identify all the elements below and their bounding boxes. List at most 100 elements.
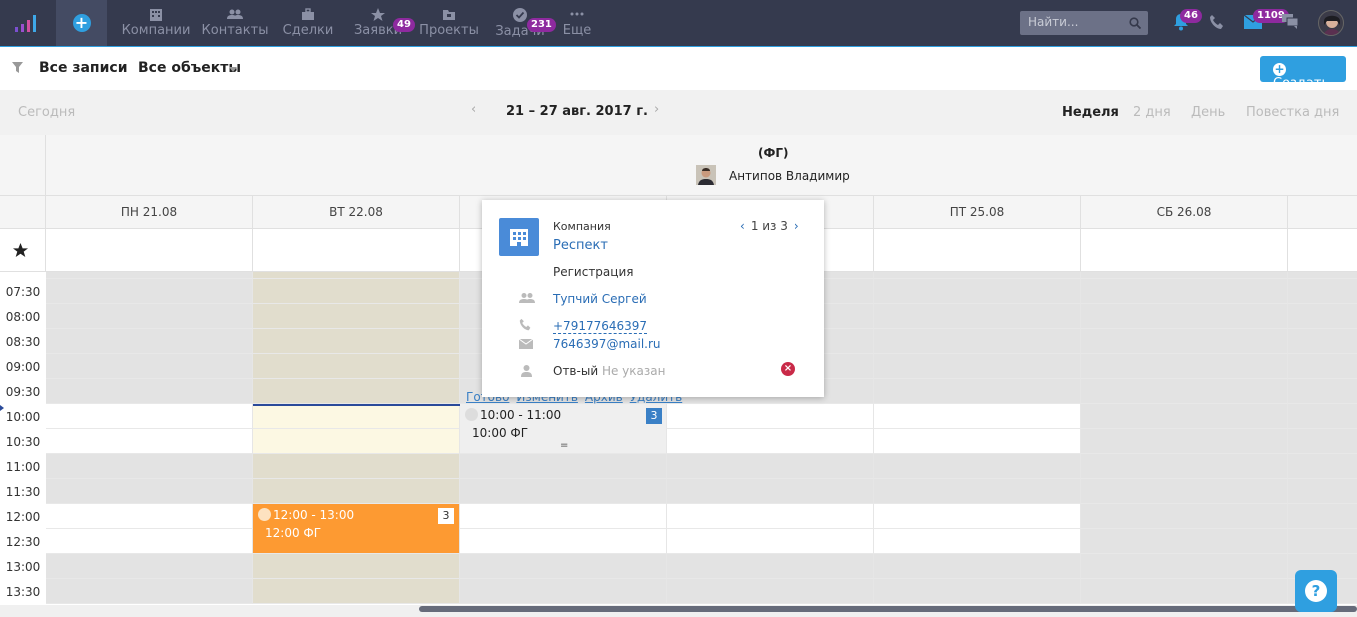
- all-day-cell[interactable]: [1081, 229, 1288, 272]
- popup-email-link[interactable]: 7646397@mail.ru: [553, 337, 661, 351]
- time-slot[interactable]: [1081, 579, 1288, 604]
- time-slot[interactable]: [874, 379, 1081, 404]
- time-slot[interactable]: [1081, 304, 1288, 329]
- time-slot[interactable]: [1288, 429, 1357, 454]
- prev-week-icon[interactable]: ‹: [471, 102, 476, 117]
- time-slot[interactable]: [1081, 272, 1288, 279]
- time-slot[interactable]: [46, 554, 253, 579]
- time-slot[interactable]: [253, 554, 460, 579]
- time-slot[interactable]: [460, 504, 667, 529]
- help-button[interactable]: ?: [1295, 570, 1337, 612]
- time-slot[interactable]: [253, 279, 460, 304]
- time-slot[interactable]: [253, 579, 460, 604]
- time-slot[interactable]: [874, 529, 1081, 554]
- time-slot[interactable]: [667, 504, 874, 529]
- time-slot[interactable]: [874, 479, 1081, 504]
- view-agenda[interactable]: Повестка дня: [1246, 105, 1339, 120]
- time-slot[interactable]: [874, 272, 1081, 279]
- event-card[interactable]: 12:00 - 13:00 12:00 ФГ 3: [253, 504, 459, 553]
- search-input[interactable]: Найти...: [1020, 11, 1148, 35]
- time-slot[interactable]: [253, 429, 460, 454]
- time-slot[interactable]: [253, 272, 460, 279]
- quick-add-button[interactable]: +: [56, 0, 107, 46]
- nav-deals[interactable]: Сделки: [283, 0, 333, 46]
- time-slot[interactable]: [253, 479, 460, 504]
- time-slot[interactable]: [253, 329, 460, 354]
- search-icon[interactable]: [1129, 17, 1141, 29]
- event-status-icon[interactable]: [465, 408, 478, 421]
- group-person[interactable]: Антипов Владимир: [729, 169, 850, 183]
- time-slot[interactable]: [1081, 329, 1288, 354]
- records-filter[interactable]: Все записи: [39, 60, 128, 76]
- day-header-tue[interactable]: ВТ 22.08: [253, 196, 460, 229]
- time-slot[interactable]: [460, 479, 667, 504]
- time-slot[interactable]: [460, 579, 667, 604]
- time-slot[interactable]: [1081, 429, 1288, 454]
- popup-company-link[interactable]: Респект: [553, 238, 608, 253]
- time-slot[interactable]: [1288, 354, 1357, 379]
- popup-phone-link[interactable]: +79177646397: [553, 319, 648, 334]
- time-slot[interactable]: [874, 279, 1081, 304]
- close-icon[interactable]: ×: [781, 362, 795, 376]
- all-day-cell[interactable]: [253, 229, 460, 272]
- time-slot[interactable]: [874, 504, 1081, 529]
- time-slot[interactable]: [1081, 454, 1288, 479]
- next-week-icon[interactable]: ›: [654, 102, 659, 117]
- time-slot[interactable]: [46, 454, 253, 479]
- time-slot[interactable]: [874, 304, 1081, 329]
- popup-contact-link[interactable]: Тупчий Сергей: [553, 292, 647, 306]
- time-slot[interactable]: [46, 579, 253, 604]
- time-slot[interactable]: [874, 579, 1081, 604]
- time-slot[interactable]: [253, 454, 460, 479]
- time-slot[interactable]: [874, 554, 1081, 579]
- time-slot[interactable]: [46, 329, 253, 354]
- time-slot[interactable]: [46, 404, 253, 429]
- day-header-sat[interactable]: СБ 26.08: [1081, 196, 1288, 229]
- time-slot[interactable]: [874, 454, 1081, 479]
- time-slot[interactable]: [1288, 304, 1357, 329]
- time-slot[interactable]: [1081, 279, 1288, 304]
- time-slot[interactable]: [1288, 479, 1357, 504]
- time-slot[interactable]: [1288, 504, 1357, 529]
- time-slot[interactable]: [667, 429, 874, 454]
- horizontal-scrollbar[interactable]: [0, 605, 1357, 617]
- time-slot[interactable]: [46, 272, 253, 279]
- pager-prev-icon[interactable]: ‹: [740, 219, 745, 233]
- time-slot[interactable]: [46, 279, 253, 304]
- view-week[interactable]: Неделя: [1062, 105, 1119, 120]
- time-slot[interactable]: [460, 454, 667, 479]
- time-slot[interactable]: [667, 454, 874, 479]
- time-slot[interactable]: [1081, 554, 1288, 579]
- day-header-mon[interactable]: ПН 21.08: [46, 196, 253, 229]
- time-slot[interactable]: [874, 329, 1081, 354]
- create-button[interactable]: +Создать: [1260, 56, 1346, 91]
- time-slot[interactable]: [1081, 504, 1288, 529]
- today-button[interactable]: Сегодня: [18, 105, 75, 120]
- time-slot[interactable]: [1081, 354, 1288, 379]
- time-slot[interactable]: [1081, 404, 1288, 429]
- time-slot[interactable]: [460, 529, 667, 554]
- time-slot[interactable]: [46, 304, 253, 329]
- nav-requests[interactable]: Заявки 49: [354, 0, 415, 46]
- time-slot[interactable]: [874, 354, 1081, 379]
- time-slot[interactable]: [1288, 529, 1357, 554]
- time-slot[interactable]: [460, 554, 667, 579]
- time-slot[interactable]: [1288, 272, 1357, 279]
- time-slot[interactable]: [46, 479, 253, 504]
- time-slot[interactable]: [1288, 379, 1357, 404]
- filter-icon[interactable]: [12, 62, 23, 73]
- time-slot[interactable]: [667, 579, 874, 604]
- view-day[interactable]: День: [1191, 105, 1225, 120]
- time-slot[interactable]: [1288, 454, 1357, 479]
- nav-more[interactable]: Еще: [563, 0, 591, 46]
- resize-handle-icon[interactable]: =: [560, 440, 568, 451]
- time-slot[interactable]: [1288, 329, 1357, 354]
- user-avatar[interactable]: [1318, 10, 1344, 36]
- time-slot[interactable]: [1288, 404, 1357, 429]
- nav-projects[interactable]: Проекты: [419, 0, 479, 46]
- time-slot[interactable]: [667, 554, 874, 579]
- time-slot[interactable]: [874, 404, 1081, 429]
- time-slot[interactable]: [46, 504, 253, 529]
- all-day-cell[interactable]: [46, 229, 253, 272]
- event-status-icon[interactable]: [258, 508, 271, 521]
